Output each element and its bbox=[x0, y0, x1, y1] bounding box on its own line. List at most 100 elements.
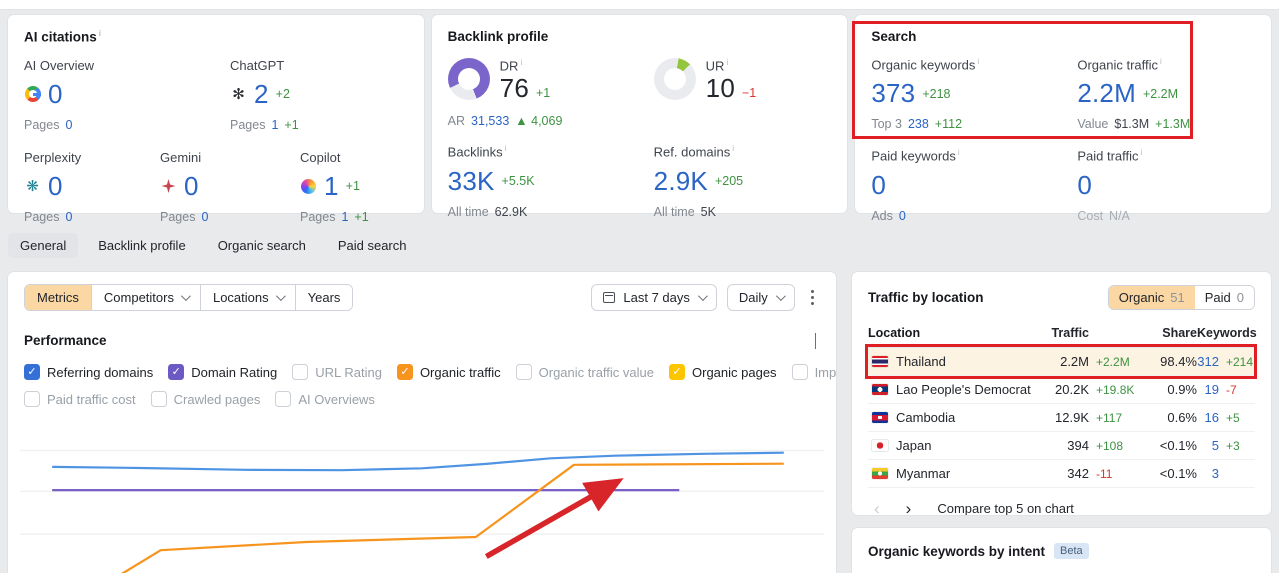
segment-years[interactable]: Years bbox=[294, 285, 353, 310]
tab-paid-search[interactable]: Paid search bbox=[326, 233, 419, 258]
keywords-link[interactable]: 5 bbox=[1197, 438, 1219, 453]
compare-top5-link[interactable]: Compare top 5 on chart bbox=[937, 501, 1074, 515]
keywords-link[interactable]: 3 bbox=[1197, 466, 1219, 481]
location-row-myanmar[interactable]: Myanmar 342 -11 <0.1% 3 bbox=[868, 460, 1255, 488]
ahrefs-rank-row: AR 31,533 ▲ 4,069 bbox=[447, 114, 563, 129]
ref-domains-value[interactable]: 2.9K bbox=[654, 166, 708, 197]
metric-checkbox-crawled-pages[interactable]: ✓Crawled pages bbox=[150, 391, 260, 407]
location-row-japan[interactable]: Japan 394 +108 <0.1% 5 +3 bbox=[868, 432, 1255, 460]
metric-checkbox-url-rating[interactable]: ✓URL Rating bbox=[292, 364, 382, 380]
organic-keywords-value[interactable]: 373 bbox=[871, 78, 915, 109]
tab-backlink-profile[interactable]: Backlink profile bbox=[86, 233, 197, 258]
ai-citations-title: AI citations i bbox=[24, 29, 101, 45]
chevron-up-icon bbox=[815, 333, 816, 349]
metric-checkbox-ai-overviews[interactable]: ✓AI Overviews bbox=[275, 391, 375, 407]
date-range-button[interactable]: Last 7 days bbox=[591, 284, 717, 311]
info-icon[interactable]: i bbox=[732, 144, 734, 153]
location-table: Location Traffic Share Keywords Thailand… bbox=[865, 322, 1257, 488]
checkbox-icon: ✓ bbox=[168, 364, 185, 380]
ur-donut-chart bbox=[653, 58, 696, 100]
dr-donut-chart bbox=[447, 58, 490, 100]
copilot-stat: Copilot 1 +1 Pages 1 +1 bbox=[300, 149, 369, 224]
metric-checkbox-domain-rating[interactable]: ✓ Domain Rating bbox=[168, 364, 277, 380]
checkbox-icon: ✓ bbox=[24, 391, 40, 407]
pagination-next-button[interactable]: › bbox=[906, 500, 912, 515]
metric-checkbox-organic-traffic[interactable]: ✓ Organic traffic bbox=[396, 364, 501, 380]
toggle-organic[interactable]: Organic 51 bbox=[1108, 286, 1195, 309]
keywords-link[interactable]: 19 bbox=[1197, 382, 1219, 397]
paid-keywords-value[interactable]: 0 bbox=[871, 170, 886, 201]
segment-metrics[interactable]: Metrics bbox=[25, 285, 91, 310]
more-options-button[interactable] bbox=[805, 286, 820, 309]
collapse-section-button[interactable] bbox=[813, 331, 818, 350]
gemini-icon bbox=[160, 178, 177, 195]
metric-checkbox-impressions[interactable]: ✓Impressions bbox=[791, 364, 836, 380]
organic-traffic-stat: Organic traffic i 2.2M +2.2M Value $1.3M +1… bbox=[1077, 57, 1191, 132]
info-icon[interactable]: i bbox=[520, 58, 522, 67]
perplexity-stat: Perplexity ❋ 0 Pages 0 bbox=[24, 149, 82, 224]
granularity-button[interactable]: Daily bbox=[726, 284, 795, 311]
pagination-prev-button[interactable]: ‹ bbox=[874, 500, 880, 515]
checkbox-icon: ✓ bbox=[515, 364, 532, 380]
ref-domains-stat: Ref. domains i 2.9K +205 All time 5K bbox=[653, 144, 744, 219]
performance-panel: Metrics Competitors Locations Years Last… bbox=[8, 272, 836, 573]
metric-checkbox-paid-traffic-cost[interactable]: ✓Paid traffic cost bbox=[24, 391, 136, 407]
url-rating-stat: UR i 10 −1 bbox=[653, 58, 832, 128]
chevron-down-icon bbox=[180, 291, 191, 302]
beta-badge: Beta bbox=[1054, 543, 1089, 559]
perplexity-value: 0 bbox=[48, 170, 63, 201]
search-title: Search bbox=[871, 29, 917, 44]
intent-panel-title: Organic keywords by intent bbox=[868, 543, 1046, 559]
ai-overview-stat: AI Overview 0 Pages 0 bbox=[24, 57, 95, 132]
checkbox-icon: ✓ bbox=[669, 364, 685, 380]
backlinks-value[interactable]: 33K bbox=[448, 166, 495, 197]
ur-value: 10 bbox=[705, 73, 735, 104]
cambodia-flag bbox=[872, 412, 888, 423]
keywords-link[interactable]: 16 bbox=[1197, 410, 1219, 425]
segment-competitors[interactable]: Competitors bbox=[90, 285, 200, 310]
info-icon[interactable]: i bbox=[977, 57, 979, 66]
tab-general[interactable]: General bbox=[8, 233, 79, 258]
checkbox-icon: ✓ bbox=[275, 391, 292, 407]
paid-traffic-value[interactable]: 0 bbox=[1077, 170, 1092, 201]
location-row-cambodia[interactable]: Cambodia 12.9K +117 0.6% 16 +5 bbox=[868, 404, 1255, 432]
annotation-red-arrow bbox=[484, 478, 624, 559]
checkbox-icon: ✓ bbox=[24, 364, 40, 380]
metric-checkbox-organic-pages[interactable]: ✓ Organic pages bbox=[669, 364, 777, 380]
info-icon[interactable]: i bbox=[958, 148, 960, 157]
segment-locations[interactable]: Locations bbox=[199, 285, 295, 310]
series-organic-traffic bbox=[121, 462, 784, 573]
tab-organic-search[interactable]: Organic search bbox=[206, 233, 318, 258]
copilot-value: 1 bbox=[324, 170, 339, 201]
dr-value: 76 bbox=[499, 73, 529, 104]
info-icon[interactable]: i bbox=[726, 58, 728, 67]
overview-cards-row: AI citations i AI Overview 0 Pages 0 ChatG… bbox=[8, 15, 1272, 224]
backlink-profile-card: Backlink profile DR i 76 +1 AR 31,533 ▲ … bbox=[431, 15, 848, 219]
info-icon[interactable]: i bbox=[505, 144, 507, 153]
checkbox-icon: ✓ bbox=[396, 364, 413, 380]
metric-checkbox-organic-traffic-value[interactable]: ✓Organic traffic value bbox=[515, 364, 654, 380]
ai-overview-value: 0 bbox=[48, 78, 63, 109]
metric-checkbox-referring-domains[interactable]: ✓ Referring domains bbox=[24, 364, 153, 380]
calendar-icon bbox=[603, 292, 616, 303]
info-icon[interactable]: i bbox=[99, 29, 101, 38]
info-icon[interactable]: i bbox=[1141, 148, 1143, 157]
laos-flag bbox=[872, 384, 888, 395]
paid-keywords-stat: Paid keywords i 0 Ads 0 bbox=[871, 148, 960, 223]
chatgpt-icon: ✻ bbox=[232, 85, 245, 103]
japan-flag bbox=[872, 440, 888, 451]
location-row-laos[interactable]: Lao People's Democratic Reput 20.2K +19.… bbox=[868, 376, 1255, 404]
organic-paid-toggle: Organic 51 Paid 0 bbox=[1107, 285, 1255, 310]
organic-traffic-value[interactable]: 2.2M bbox=[1077, 78, 1136, 109]
performance-line-chart[interactable] bbox=[20, 417, 824, 573]
keywords-link[interactable]: 312 bbox=[1197, 354, 1219, 369]
checkbox-icon: ✓ bbox=[150, 391, 167, 407]
info-icon[interactable]: i bbox=[1160, 57, 1162, 66]
toggle-paid[interactable]: Paid 0 bbox=[1194, 286, 1254, 309]
google-icon bbox=[24, 86, 41, 103]
location-row-thailand[interactable]: Thailand 2.2M +2.2M 98.4% 312 +214 bbox=[865, 344, 1257, 379]
myanmar-flag bbox=[872, 468, 888, 479]
gemini-value: 0 bbox=[184, 170, 199, 201]
series-referring-domains bbox=[52, 451, 784, 472]
section-tabs: General Backlink profile Organic search … bbox=[8, 233, 1271, 258]
